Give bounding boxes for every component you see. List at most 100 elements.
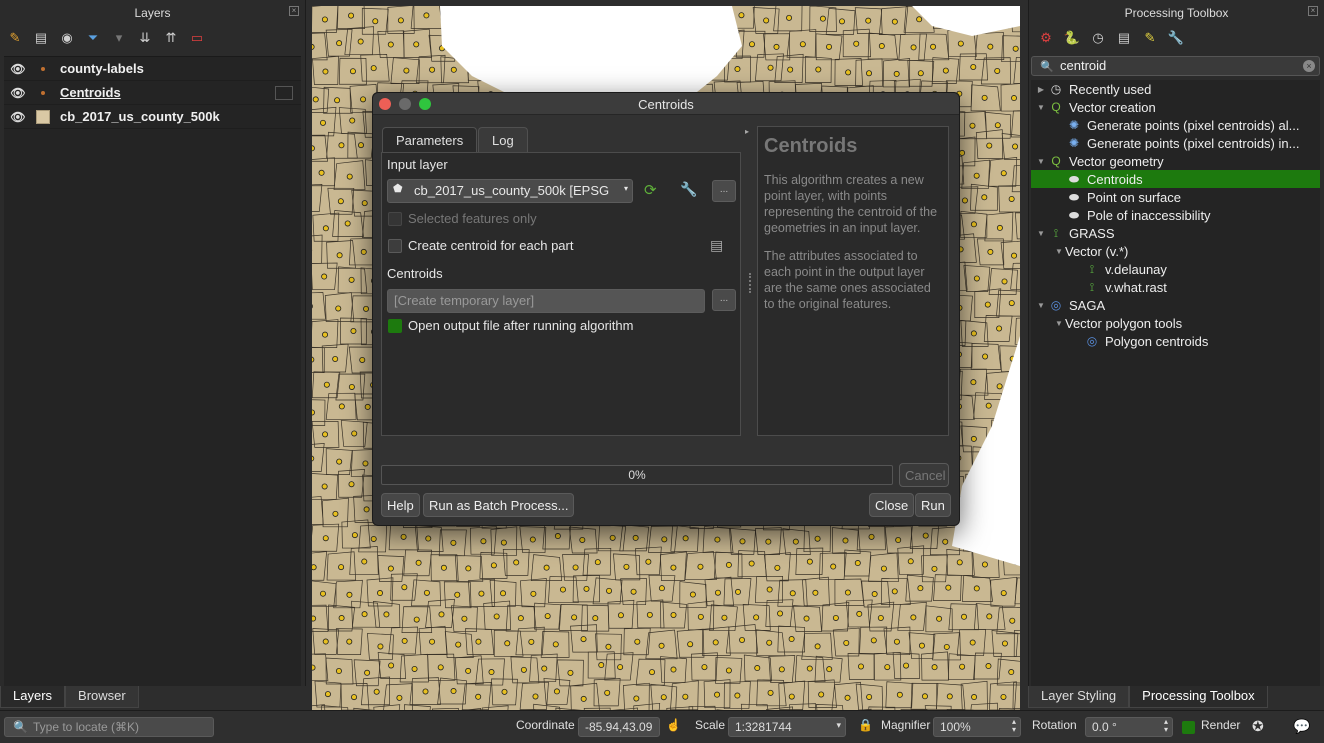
chevron-down-icon[interactable]: ▼	[1035, 301, 1047, 310]
browse-output-button[interactable]: ...	[712, 289, 736, 311]
tree-item[interactable]: ⟟ v.delaunay	[1031, 260, 1320, 278]
parameters-panel: Input layer ⬟ cb_2017_us_county_500k [EP…	[381, 152, 741, 436]
layer-row-counties[interactable]: 👁 cb_2017_us_county_500k	[4, 105, 301, 129]
eye-icon[interactable]: 👁	[4, 62, 32, 76]
layer-indicator-icon[interactable]	[275, 86, 293, 100]
centroid-point	[437, 664, 444, 671]
messages-icon[interactable]: 💬	[1293, 718, 1310, 735]
tree-item[interactable]: ▼ Vector (v.*)	[1031, 242, 1320, 260]
help-title: Centroids	[764, 135, 858, 157]
expand-all-icon[interactable]: ⇊	[134, 28, 156, 48]
centroid-point	[1008, 669, 1015, 676]
output-field[interactable]: [Create temporary layer]	[387, 289, 705, 313]
rotation-spinbox[interactable]: 0.0 ° ▴ ▾	[1085, 717, 1173, 737]
open-output-checkbox[interactable]	[388, 319, 402, 333]
centroid-point	[749, 41, 756, 48]
crs-icon[interactable]: ✪	[1252, 718, 1264, 735]
tree-item[interactable]: ▶ ◷ Recently used	[1031, 80, 1320, 98]
centroid-point	[322, 431, 329, 438]
centroid-point	[832, 614, 839, 621]
chevron-down-icon[interactable]: ▼	[1053, 247, 1065, 256]
panel-close-icon[interactable]: ×	[289, 6, 299, 16]
filter-icon[interactable]: ⏷	[82, 28, 104, 48]
browse-input-button[interactable]: ...	[712, 180, 736, 202]
options-icon[interactable]: 🔧	[1165, 28, 1187, 48]
results-icon[interactable]: ▤	[1113, 28, 1135, 48]
selected-only-label: Selected features only	[408, 211, 537, 226]
panel-close-icon[interactable]: ×	[1308, 6, 1318, 16]
tree-item[interactable]: ▼ Q Vector geometry	[1031, 152, 1320, 170]
data-defined-icon[interactable]: ▤	[710, 237, 723, 254]
style-manager-icon[interactable]: ✎	[4, 28, 26, 48]
visibility-icon[interactable]: ◉	[56, 28, 78, 48]
centroid-point	[348, 481, 355, 488]
centroid-point	[763, 17, 770, 24]
history-icon[interactable]: ◷	[1087, 28, 1109, 48]
chevron-down-icon[interactable]: ▼	[1035, 229, 1047, 238]
chevron-right-icon[interactable]: ▶	[1035, 85, 1047, 94]
chevron-down-icon[interactable]: ▼	[1035, 157, 1047, 166]
edit-features-icon[interactable]: ✎	[1139, 28, 1161, 48]
centroid-point	[336, 40, 343, 47]
tree-item[interactable]: ▼ Q Vector creation	[1031, 98, 1320, 116]
add-group-icon[interactable]: ▤	[30, 28, 52, 48]
layer-row-centroids[interactable]: 👁 Centroids	[4, 81, 301, 105]
models-icon[interactable]: ⚙	[1035, 28, 1057, 48]
eye-icon[interactable]: 👁	[4, 86, 32, 100]
stepper-icon[interactable]: ▴ ▾	[1012, 718, 1016, 734]
remove-layer-icon[interactable]: ▭	[186, 28, 208, 48]
batch-process-button[interactable]: Run as Batch Process...	[423, 493, 575, 517]
selected-only-checkbox[interactable]	[388, 212, 402, 226]
close-button[interactable]: Close	[869, 493, 915, 517]
toolbox-search-input[interactable]: 🔍 centroid ×	[1031, 56, 1320, 76]
tree-item[interactable]: ⟟ v.what.rast	[1031, 278, 1320, 296]
tab-layers[interactable]: Layers	[0, 686, 66, 708]
tab-browser[interactable]: Browser	[65, 686, 139, 708]
coordinate-field[interactable]: -85.94,43.09	[578, 717, 660, 737]
stepper-icon[interactable]: ▴ ▾	[1164, 718, 1168, 734]
dialog-titlebar[interactable]: Centroids	[373, 93, 959, 115]
tab-log[interactable]: Log	[478, 127, 528, 153]
python-icon[interactable]: 🐍	[1061, 28, 1083, 48]
tab-parameters[interactable]: Parameters	[382, 127, 478, 153]
centroid-point	[774, 564, 781, 571]
filter-expression-icon[interactable]: ▾	[108, 28, 130, 48]
layer-row-county-labels[interactable]: 👁 county-labels	[4, 57, 301, 81]
tree-item[interactable]: ⬬ Point on surface	[1031, 188, 1320, 206]
run-button[interactable]: Run	[915, 493, 951, 517]
help-button[interactable]: Help	[381, 493, 420, 517]
lock-scale-icon[interactable]: 🔒	[858, 718, 873, 732]
wrench-icon[interactable]: 🔧	[680, 181, 697, 198]
mouse-toggle-icon[interactable]: ☝	[666, 718, 681, 732]
eye-icon[interactable]: 👁	[4, 110, 32, 124]
render-checkbox[interactable]	[1182, 721, 1195, 734]
tree-item[interactable]: ⬬ Centroids	[1031, 170, 1320, 188]
tab-processing-toolbox[interactable]: Processing Toolbox	[1129, 686, 1268, 708]
tree-item[interactable]: ▼ ◎ SAGA	[1031, 296, 1320, 314]
locate-input[interactable]: 🔍 Type to locate (⌘K)	[4, 717, 214, 737]
tree-item[interactable]: ⬬ Pole of inaccessibility	[1031, 206, 1320, 224]
panel-splitter-handle[interactable]	[749, 273, 751, 293]
centroid-point	[982, 353, 989, 360]
chevron-down-icon[interactable]: ▼	[1053, 319, 1065, 328]
iterate-icon[interactable]: ⟳	[644, 181, 657, 199]
centroid-point	[351, 694, 358, 701]
centroid-point	[806, 558, 813, 565]
scale-select[interactable]: 1:3281744 ▾	[728, 717, 846, 737]
centroid-point	[970, 435, 977, 442]
input-layer-select[interactable]: ⬟ cb_2017_us_county_500k [EPSG ▾	[387, 179, 633, 203]
tree-item[interactable]: ◎ Polygon centroids	[1031, 332, 1320, 350]
chevron-down-icon[interactable]: ▼	[1035, 103, 1047, 112]
tab-layer-styling[interactable]: Layer Styling	[1028, 686, 1130, 708]
tree-item[interactable]: ▼ ⟟ GRASS	[1031, 224, 1320, 242]
cancel-button[interactable]: Cancel	[899, 463, 949, 487]
clear-search-icon[interactable]: ×	[1303, 60, 1315, 72]
centroid-point	[450, 688, 457, 695]
chevron-right-icon[interactable]: ▸	[745, 127, 749, 136]
tree-item[interactable]: ✺ Generate points (pixel centroids) al...	[1031, 116, 1320, 134]
magnifier-spinbox[interactable]: 100% ▴ ▾	[933, 717, 1021, 737]
tree-item[interactable]: ✺ Generate points (pixel centroids) in...	[1031, 134, 1320, 152]
tree-item[interactable]: ▼ Vector polygon tools	[1031, 314, 1320, 332]
each-part-checkbox[interactable]	[388, 239, 402, 253]
collapse-all-icon[interactable]: ⇈	[160, 28, 182, 48]
